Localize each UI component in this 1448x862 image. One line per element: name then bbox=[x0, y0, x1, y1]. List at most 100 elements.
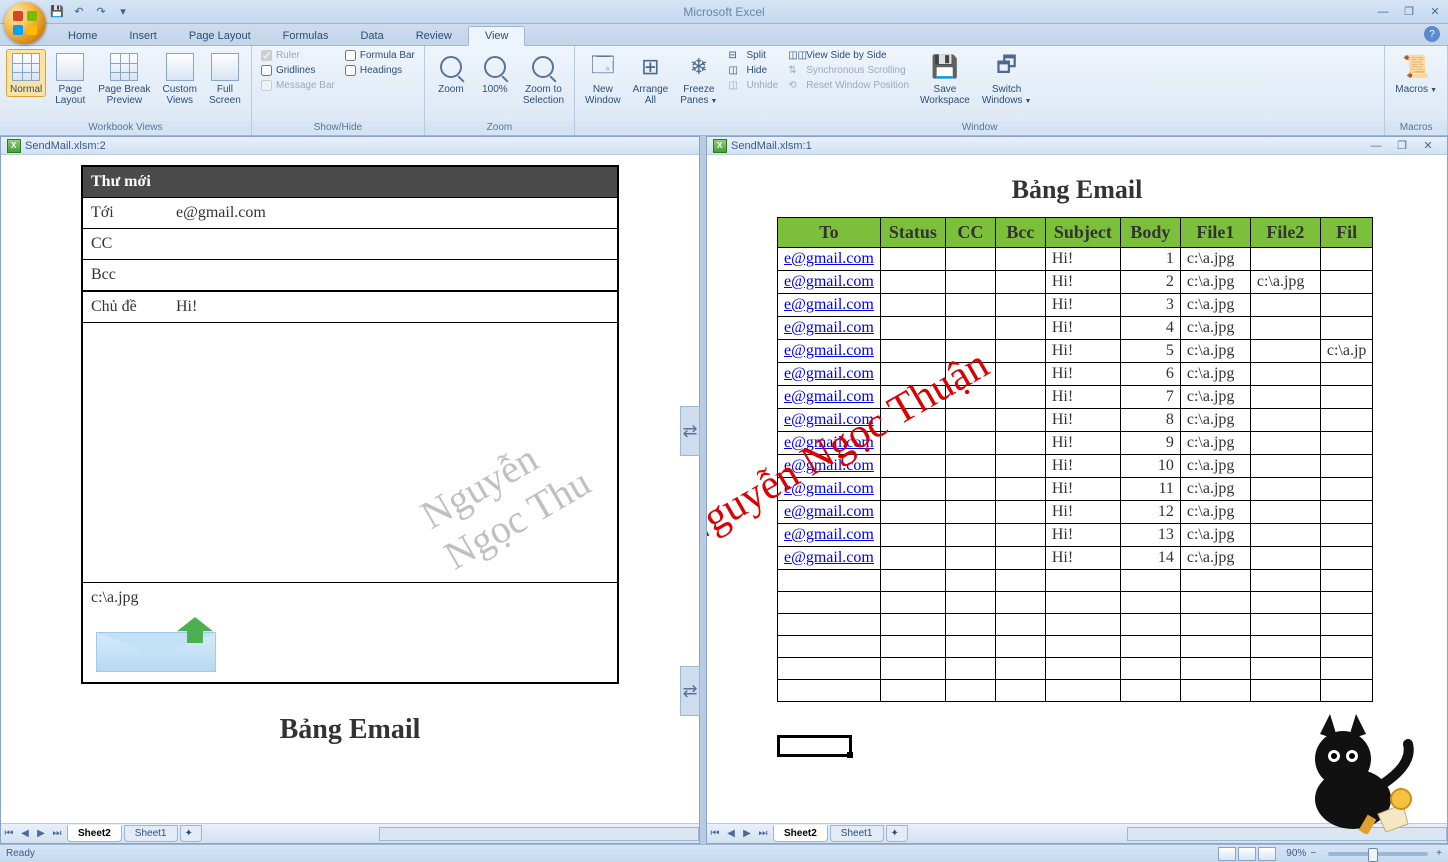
table-row[interactable]: e@gmail.comHi!10c:\a.jpg bbox=[778, 455, 1373, 478]
page-break-preview-button[interactable]: Page Break Preview bbox=[94, 49, 154, 108]
sheet-tab-sheet1[interactable]: Sheet1 bbox=[124, 825, 178, 842]
page-layout-button[interactable]: Page Layout bbox=[50, 49, 90, 108]
tab-page-layout[interactable]: Page Layout bbox=[173, 27, 267, 45]
sheet-nav-first[interactable]: ⏮ bbox=[1, 826, 17, 842]
email-link[interactable]: e@gmail.com bbox=[784, 388, 874, 405]
table-row[interactable]: e@gmail.comHi!6c:\a.jpg bbox=[778, 363, 1373, 386]
table-header[interactable]: Bcc bbox=[995, 218, 1045, 248]
pane-minimize-button[interactable]: — bbox=[1363, 137, 1389, 155]
new-sheet-button[interactable]: ✦ bbox=[180, 825, 202, 842]
sheet-nav-prev[interactable]: ◀ bbox=[17, 826, 33, 842]
table-row[interactable]: e@gmail.comHi!7c:\a.jpg bbox=[778, 386, 1373, 409]
sheet-tab-sheet1[interactable]: Sheet1 bbox=[830, 825, 884, 842]
table-header[interactable]: To bbox=[778, 218, 881, 248]
sheet-nav-next[interactable]: ▶ bbox=[33, 826, 49, 842]
table-row[interactable]: e@gmail.comHi!13c:\a.jpg bbox=[778, 524, 1373, 547]
full-screen-button[interactable]: Full Screen bbox=[205, 49, 245, 108]
tab-data[interactable]: Data bbox=[344, 27, 399, 45]
table-header[interactable]: CC bbox=[945, 218, 995, 248]
table-header[interactable]: Status bbox=[880, 218, 945, 248]
tab-view[interactable]: View bbox=[468, 26, 526, 46]
table-row[interactable]: e@gmail.comHi!1c:\a.jpg bbox=[778, 248, 1373, 271]
table-row[interactable] bbox=[778, 592, 1373, 614]
ruler-checkbox[interactable]: Ruler bbox=[258, 49, 338, 62]
freeze-panes-button[interactable]: ❄Freeze Panes▼ bbox=[676, 49, 721, 109]
office-button[interactable] bbox=[4, 2, 46, 44]
zoom-button[interactable]: Zoom bbox=[431, 49, 471, 97]
table-row[interactable] bbox=[778, 636, 1373, 658]
table-row[interactable]: e@gmail.comHi!9c:\a.jpg bbox=[778, 432, 1373, 455]
unhide-button[interactable]: ◫Unhide bbox=[725, 79, 781, 92]
email-link[interactable]: e@gmail.com bbox=[784, 365, 874, 382]
email-link[interactable]: e@gmail.com bbox=[784, 411, 874, 428]
table-header[interactable]: File2 bbox=[1250, 218, 1320, 248]
view-pagelayout-button[interactable] bbox=[1238, 847, 1256, 861]
split-button[interactable]: ⊟Split bbox=[725, 49, 781, 62]
table-row[interactable] bbox=[778, 658, 1373, 680]
pane-close-button[interactable]: ✕ bbox=[1415, 137, 1441, 155]
email-link[interactable]: e@gmail.com bbox=[784, 480, 874, 497]
table-row[interactable]: e@gmail.comHi!5c:\a.jpgc:\a.jp bbox=[778, 340, 1373, 363]
new-window-button[interactable]: 🗔New Window bbox=[581, 49, 625, 108]
zoom-percent[interactable]: 90% bbox=[1286, 848, 1306, 859]
email-link[interactable]: e@gmail.com bbox=[784, 342, 874, 359]
gridlines-checkbox[interactable]: Gridlines bbox=[258, 64, 338, 77]
table-row[interactable]: e@gmail.comHi!8c:\a.jpg bbox=[778, 409, 1373, 432]
hide-button[interactable]: ◫Hide bbox=[725, 64, 781, 77]
email-link[interactable]: e@gmail.com bbox=[784, 319, 874, 336]
view-pagebreak-button[interactable] bbox=[1258, 847, 1276, 861]
qa-save-button[interactable]: 💾 bbox=[48, 3, 66, 21]
table-row[interactable]: e@gmail.comHi!3c:\a.jpg bbox=[778, 294, 1373, 317]
table-row[interactable] bbox=[778, 614, 1373, 636]
email-link[interactable]: e@gmail.com bbox=[784, 434, 874, 451]
pane-right-titlebar[interactable]: SendMail.xlsm:1 — ❐ ✕ bbox=[707, 137, 1447, 155]
view-compare-handle-2[interactable]: ⇄ bbox=[680, 666, 700, 716]
email-body-area[interactable]: Nguyễn Ngọc Thu bbox=[83, 322, 617, 582]
sheet-nav-next[interactable]: ▶ bbox=[739, 826, 755, 842]
zoom-100-button[interactable]: 100% bbox=[475, 49, 515, 97]
headings-checkbox[interactable]: Headings bbox=[342, 64, 418, 77]
email-link[interactable]: e@gmail.com bbox=[784, 549, 874, 566]
table-row[interactable] bbox=[778, 680, 1373, 702]
sheet-tab-sheet2[interactable]: Sheet2 bbox=[773, 825, 828, 842]
save-workspace-button[interactable]: 💾Save Workspace bbox=[916, 49, 974, 108]
custom-views-button[interactable]: Custom Views bbox=[159, 49, 201, 108]
pane-restore-button[interactable]: ❐ bbox=[1389, 137, 1415, 155]
view-side-by-side-button[interactable]: ◫◫View Side by Side bbox=[785, 49, 912, 62]
table-header[interactable]: Body bbox=[1120, 218, 1180, 248]
normal-view-button[interactable]: Normal bbox=[6, 49, 46, 97]
reset-window-position-button[interactable]: ⟲Reset Window Position bbox=[785, 79, 912, 92]
table-row[interactable]: e@gmail.comHi!12c:\a.jpg bbox=[778, 501, 1373, 524]
tab-insert[interactable]: Insert bbox=[113, 27, 173, 45]
table-row[interactable]: e@gmail.comHi!14c:\a.jpg bbox=[778, 547, 1373, 570]
table-header[interactable]: File1 bbox=[1180, 218, 1250, 248]
table-row[interactable] bbox=[778, 570, 1373, 592]
horizontal-scrollbar[interactable] bbox=[379, 827, 699, 841]
table-header[interactable]: Subject bbox=[1045, 218, 1120, 248]
sheet-nav-last[interactable]: ⏭ bbox=[755, 826, 771, 842]
qa-customize-button[interactable]: ▾ bbox=[114, 3, 132, 21]
switch-windows-button[interactable]: 🗗Switch Windows▼ bbox=[978, 49, 1036, 109]
zoom-to-selection-button[interactable]: Zoom to Selection bbox=[519, 49, 568, 108]
pane-right-body[interactable]: Bảng Email ToStatusCCBccSubjectBodyFile1… bbox=[707, 155, 1447, 823]
to-value[interactable]: e@gmail.com bbox=[176, 204, 266, 222]
tab-review[interactable]: Review bbox=[400, 27, 468, 45]
zoom-slider[interactable] bbox=[1328, 852, 1428, 856]
table-row[interactable]: e@gmail.comHi!2c:\a.jpgc:\a.jpg bbox=[778, 271, 1373, 294]
zoom-in-button[interactable]: + bbox=[1436, 848, 1442, 859]
view-normal-button[interactable] bbox=[1218, 847, 1236, 861]
email-link[interactable]: e@gmail.com bbox=[784, 296, 874, 313]
subject-value[interactable]: Hi! bbox=[176, 298, 197, 316]
qa-redo-button[interactable]: ↷ bbox=[92, 3, 110, 21]
arrange-all-button[interactable]: ⊞Arrange All bbox=[629, 49, 673, 108]
macros-button[interactable]: 📜Macros▼ bbox=[1391, 49, 1441, 98]
sheet-nav-prev[interactable]: ◀ bbox=[723, 826, 739, 842]
send-mail-button[interactable] bbox=[91, 617, 221, 672]
table-row[interactable]: e@gmail.comHi!11c:\a.jpg bbox=[778, 478, 1373, 501]
help-button[interactable]: ? bbox=[1424, 26, 1440, 42]
table-row[interactable]: e@gmail.comHi!4c:\a.jpg bbox=[778, 317, 1373, 340]
pane-left-titlebar[interactable]: SendMail.xlsm:2 bbox=[1, 137, 699, 155]
sheet-nav-first[interactable]: ⏮ bbox=[707, 826, 723, 842]
pane-left-body[interactable]: Thư mới Tớie@gmail.com CC Bcc Chủ đềHi! … bbox=[1, 155, 699, 823]
formula-bar-checkbox[interactable]: Formula Bar bbox=[342, 49, 418, 62]
